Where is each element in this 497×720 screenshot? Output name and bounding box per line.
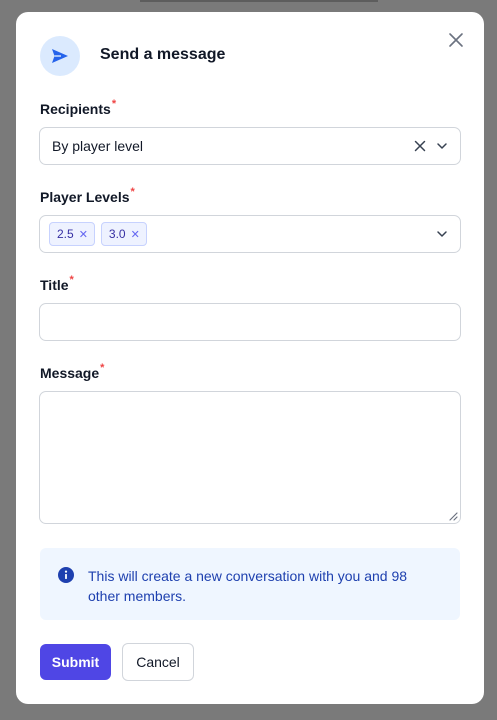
chip-level: 3.0 ✕ <box>100 222 147 246</box>
close-button[interactable] <box>446 30 466 50</box>
dialog-title: Send a message <box>100 46 226 63</box>
info-icon <box>58 567 74 583</box>
send-icon <box>52 49 68 63</box>
chip-label: 2.5 <box>57 227 74 241</box>
player-levels-label-text: Player Levels <box>40 189 130 205</box>
close-icon <box>449 33 463 47</box>
backdrop <box>140 0 378 2</box>
recipients-select[interactable]: By player level <box>39 127 461 165</box>
chip-remove-icon[interactable]: ✕ <box>79 228 88 241</box>
chip-label: 3.0 <box>108 227 126 241</box>
submit-button[interactable]: Submit <box>40 644 111 680</box>
title-label: Title* <box>40 274 74 293</box>
player-level-chips: 2.5 ✕ 3.0 ✕ <box>49 222 436 246</box>
required-mark: * <box>130 186 135 198</box>
recipients-value: By player level <box>52 138 144 154</box>
recipients-label: Recipients* <box>40 98 117 117</box>
resize-handle-icon[interactable] <box>448 511 458 521</box>
cancel-button[interactable]: Cancel <box>122 643 194 681</box>
required-mark: * <box>111 98 117 110</box>
chevron-down-icon[interactable] <box>436 140 448 152</box>
send-icon-badge <box>40 36 80 76</box>
player-levels-label: Player Levels* <box>40 186 135 205</box>
chevron-down-icon[interactable] <box>436 228 448 240</box>
player-levels-select[interactable]: 2.5 ✕ 3.0 ✕ <box>39 215 461 253</box>
send-message-dialog: Send a message Recipients* By player lev… <box>16 12 484 704</box>
message-label-text: Message <box>40 365 100 381</box>
chip-remove-icon[interactable]: ✕ <box>131 228 140 241</box>
info-text: This will create a new conversation with… <box>88 568 408 604</box>
title-input[interactable] <box>39 303 461 341</box>
message-label: Message* <box>40 362 105 381</box>
recipients-label-text: Recipients <box>40 101 111 117</box>
title-label-text: Title <box>40 277 69 293</box>
clear-icon[interactable] <box>414 140 426 152</box>
chip-level: 2.5 ✕ <box>49 222 95 246</box>
required-mark: * <box>100 362 105 374</box>
info-banner: This will create a new conversation with… <box>40 548 460 620</box>
required-mark: * <box>69 274 74 286</box>
message-textarea[interactable] <box>39 391 461 524</box>
